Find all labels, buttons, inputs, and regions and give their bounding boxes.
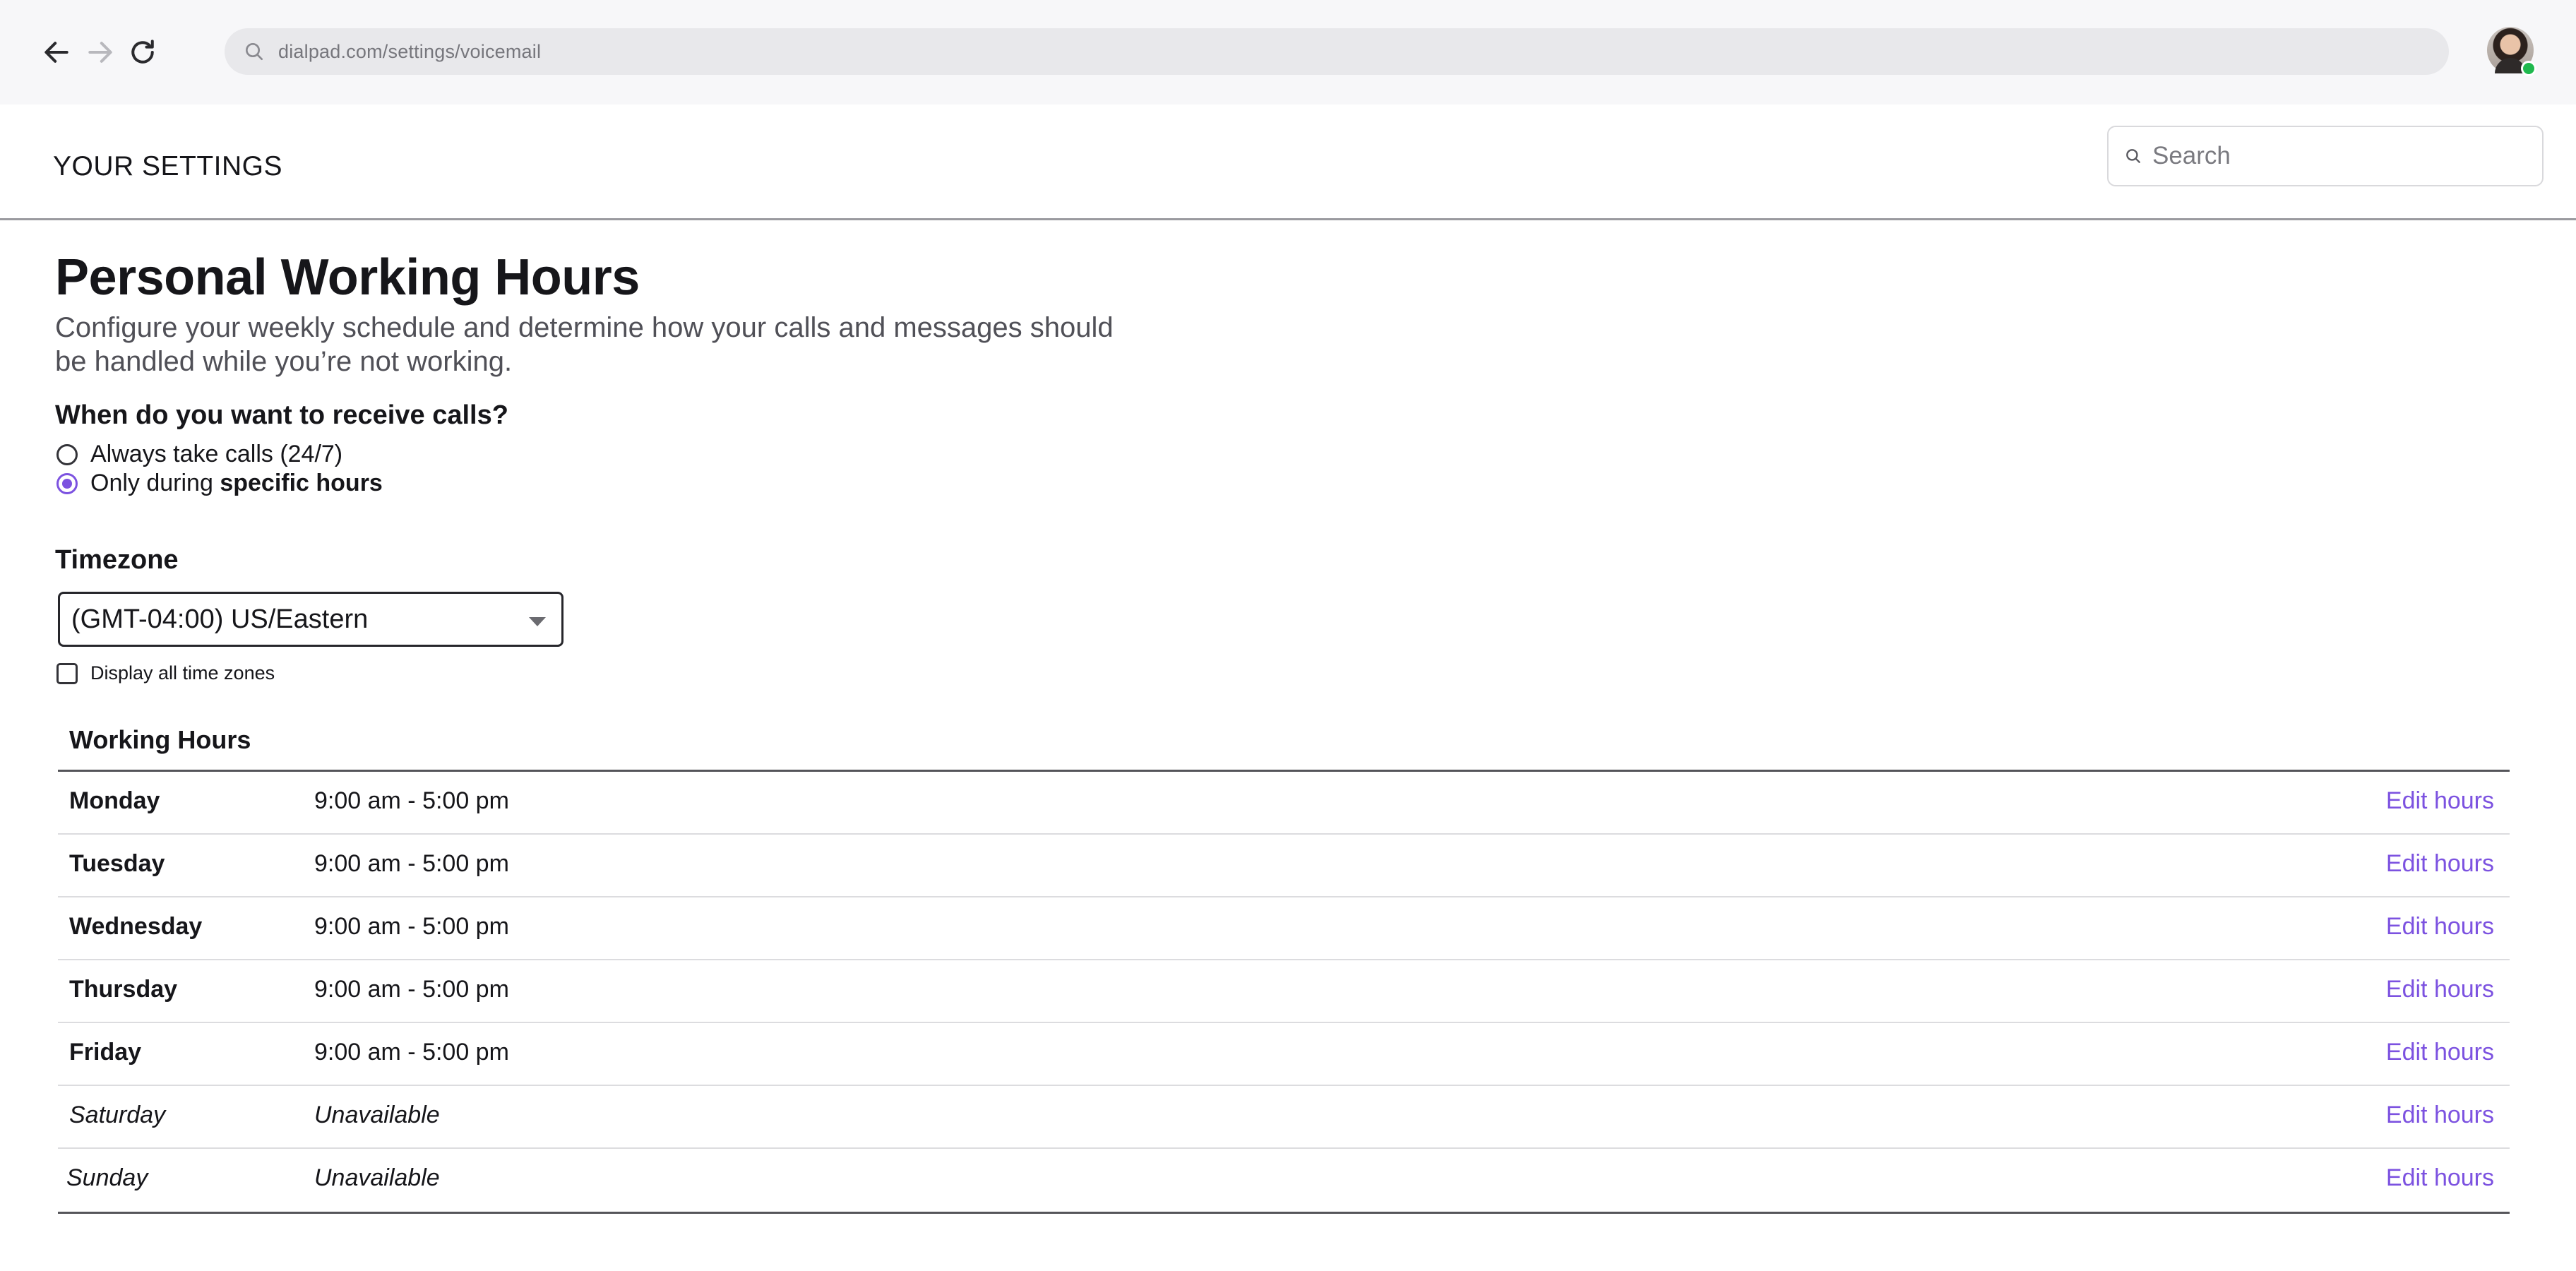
- table-row: Friday 9:00 am - 5:00 pm Edit hours: [58, 1023, 2510, 1086]
- day-hours: 9:00 am - 5:00 pm: [314, 976, 509, 1003]
- day-name: Tuesday: [69, 850, 165, 877]
- edit-hours-link[interactable]: Edit hours: [2386, 976, 2494, 1003]
- edit-hours-link[interactable]: Edit hours: [2386, 1102, 2494, 1129]
- call-preference-question: When do you want to receive calls?: [55, 400, 508, 430]
- day-hours: 9:00 am - 5:00 pm: [314, 1039, 509, 1066]
- day-hours: 9:00 am - 5:00 pm: [314, 787, 509, 814]
- reload-button[interactable]: [123, 32, 162, 72]
- day-hours: 9:00 am - 5:00 pm: [314, 913, 509, 940]
- day-name: Thursday: [69, 976, 178, 1003]
- radio-label-prefix: Only during: [90, 470, 220, 496]
- day-name: Wednesday: [69, 913, 203, 940]
- table-row: Thursday 9:00 am - 5:00 pm Edit hours: [58, 960, 2510, 1023]
- address-bar[interactable]: dialpad.com/settings/voicemail: [225, 28, 2449, 75]
- radio-label-emphasis: specific hours: [220, 470, 383, 496]
- radio-button[interactable]: [56, 443, 78, 465]
- timezone-selected-value: (GMT-04:00) US/Eastern: [71, 604, 369, 634]
- arrow-left-icon: [44, 42, 68, 63]
- table-row: Saturday Unavailable Edit hours: [58, 1086, 2510, 1149]
- radio-label: Only during specific hours: [90, 470, 383, 497]
- page-description: Configure your weekly schedule and deter…: [55, 312, 1114, 377]
- radio-button-selected[interactable]: [56, 472, 78, 494]
- edit-hours-link[interactable]: Edit hours: [2386, 1039, 2494, 1066]
- edit-hours-link[interactable]: Edit hours: [2386, 787, 2494, 815]
- table-row: Monday 9:00 am - 5:00 pm Edit hours: [58, 772, 2510, 835]
- radio-always-take-calls[interactable]: Always take calls (24/7): [56, 441, 342, 468]
- table-row: Wednesday 9:00 am - 5:00 pm Edit hours: [58, 897, 2510, 960]
- url-text: dialpad.com/settings/voicemail: [278, 40, 542, 62]
- radio-label: Always take calls (24/7): [90, 441, 343, 467]
- settings-header: YOUR SETTINGS: [0, 105, 2576, 220]
- table-row: Tuesday 9:00 am - 5:00 pm Edit hours: [58, 835, 2510, 897]
- day-name: Sunday: [66, 1164, 148, 1191]
- table-row: Sunday Unavailable Edit hours: [58, 1149, 2510, 1212]
- timezone-select[interactable]: (GMT-04:00) US/Eastern: [58, 592, 564, 647]
- arrow-right-icon: [88, 42, 112, 63]
- day-hours: Unavailable: [314, 1102, 440, 1128]
- working-hours-table: Monday 9:00 am - 5:00 pm Edit hours Tues…: [58, 770, 2510, 1214]
- working-hours-title: Working Hours: [69, 725, 251, 754]
- timezone-label: Timezone: [55, 545, 179, 575]
- day-hours: Unavailable: [314, 1164, 440, 1191]
- search-icon: [240, 37, 268, 66]
- day-name: Saturday: [69, 1102, 166, 1128]
- settings-title: YOUR SETTINGS: [53, 151, 283, 181]
- day-name: Friday: [69, 1039, 142, 1066]
- edit-hours-link[interactable]: Edit hours: [2386, 1164, 2494, 1192]
- page-title: Personal Working Hours: [55, 249, 640, 306]
- display-all-timezones-checkbox[interactable]: [56, 662, 78, 684]
- radio-specific-hours[interactable]: Only during specific hours: [56, 470, 383, 497]
- caret-down-icon: [529, 617, 546, 626]
- day-hours: 9:00 am - 5:00 pm: [314, 850, 509, 877]
- avatar[interactable]: [2487, 27, 2536, 76]
- edit-hours-link[interactable]: Edit hours: [2386, 850, 2494, 878]
- presence-status-dot: [2521, 61, 2536, 76]
- search-icon: [2123, 145, 2144, 167]
- browser-toolbar: dialpad.com/settings/voicemail: [0, 0, 2576, 105]
- checkbox-label: Display all time zones: [90, 662, 275, 684]
- settings-search[interactable]: [2107, 126, 2544, 186]
- back-button[interactable]: [37, 32, 76, 72]
- edit-hours-link[interactable]: Edit hours: [2386, 913, 2494, 941]
- search-input[interactable]: [2151, 141, 2532, 171]
- day-name: Monday: [69, 787, 160, 814]
- forward-button[interactable]: [80, 32, 120, 72]
- display-all-timezones-option[interactable]: Display all time zones: [56, 662, 275, 684]
- reload-icon: [131, 40, 154, 64]
